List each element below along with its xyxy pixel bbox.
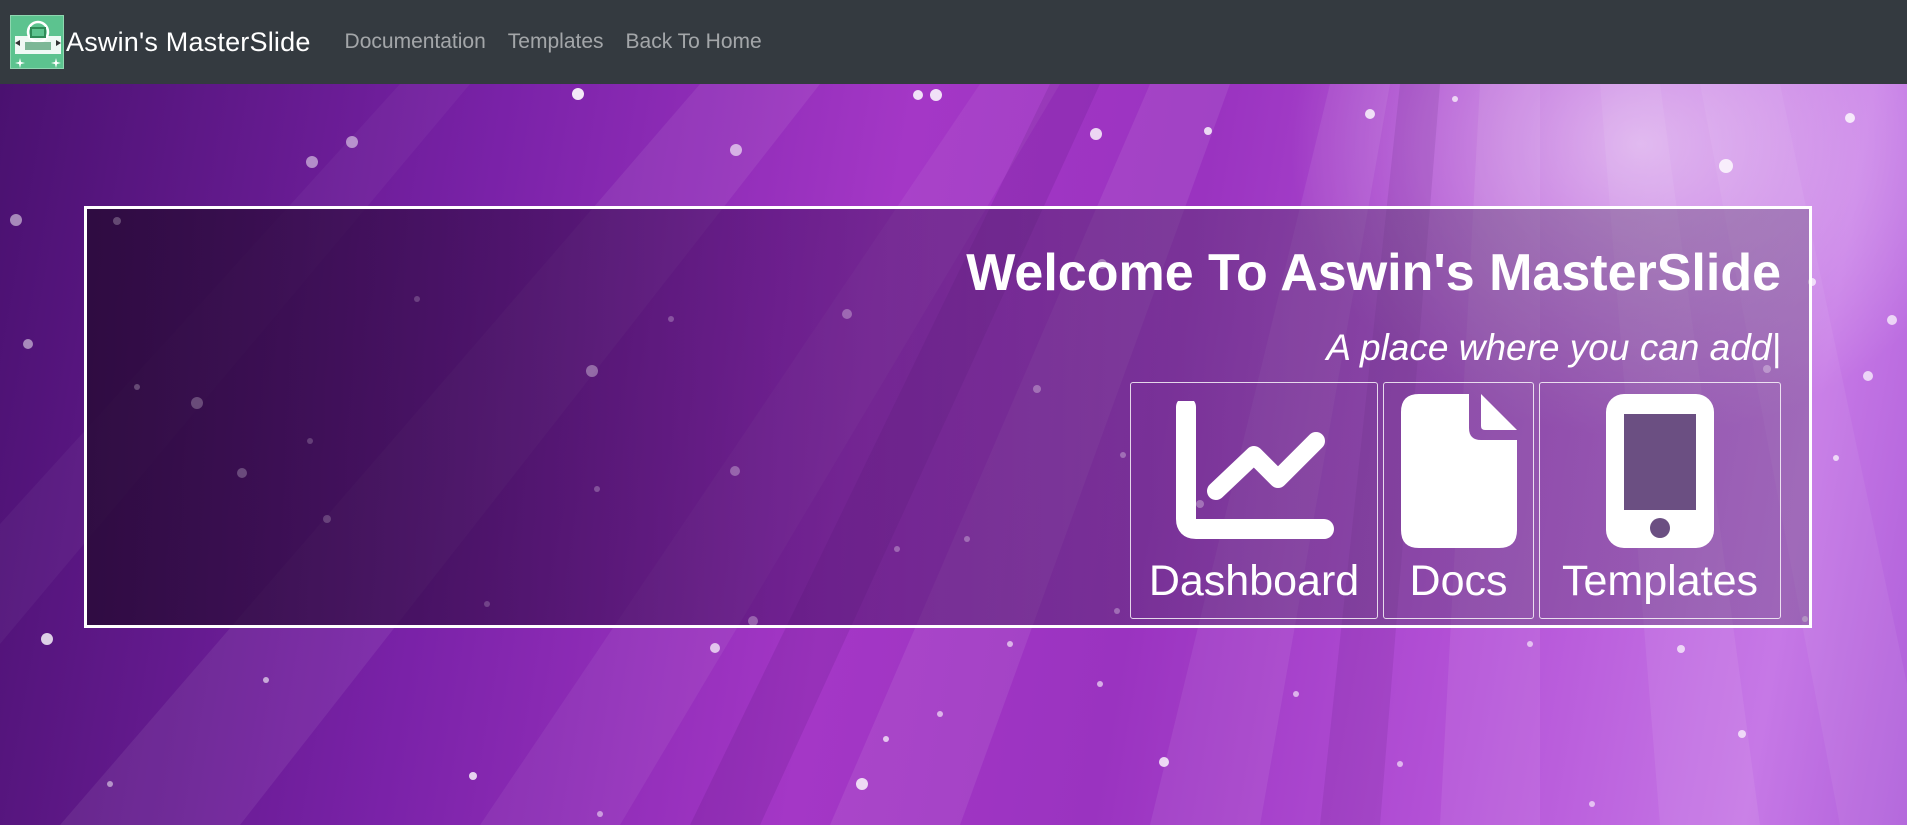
dashboard-label: Dashboard [1148,557,1360,605]
tagline-text: A place where you can add| [1326,327,1781,368]
nav-link-templates[interactable]: Templates [508,30,604,54]
brand-link[interactable]: Aswin's MasterSlide [10,15,311,69]
navbar: Aswin's MasterSlide Documentation Templa… [0,0,1907,84]
welcome-panel: Welcome To Aswin's MasterSlide A place w… [84,206,1812,628]
mobile-phone-icon [1606,391,1714,551]
templates-label: Templates [1562,557,1758,605]
templates-card[interactable]: Templates [1539,382,1781,619]
dashboard-card[interactable]: Dashboard [1130,382,1378,619]
docs-card[interactable]: Docs [1383,382,1534,619]
page-title: Welcome To Aswin's MasterSlide [966,244,1781,302]
nav-link-documentation[interactable]: Documentation [345,30,486,54]
document-icon [1400,391,1517,551]
nav-link-back-to-home[interactable]: Back To Home [626,30,762,54]
brand-title: Aswin's MasterSlide [66,26,311,57]
chart-line-icon [1174,391,1334,551]
docs-label: Docs [1409,557,1508,605]
hero-section: Welcome To Aswin's MasterSlide A place w… [0,84,1907,825]
presentation-logo-icon [10,15,64,69]
quick-links: Dashboard Docs Templates [1125,382,1781,619]
nav-links: Documentation Templates Back To Home [335,30,774,54]
